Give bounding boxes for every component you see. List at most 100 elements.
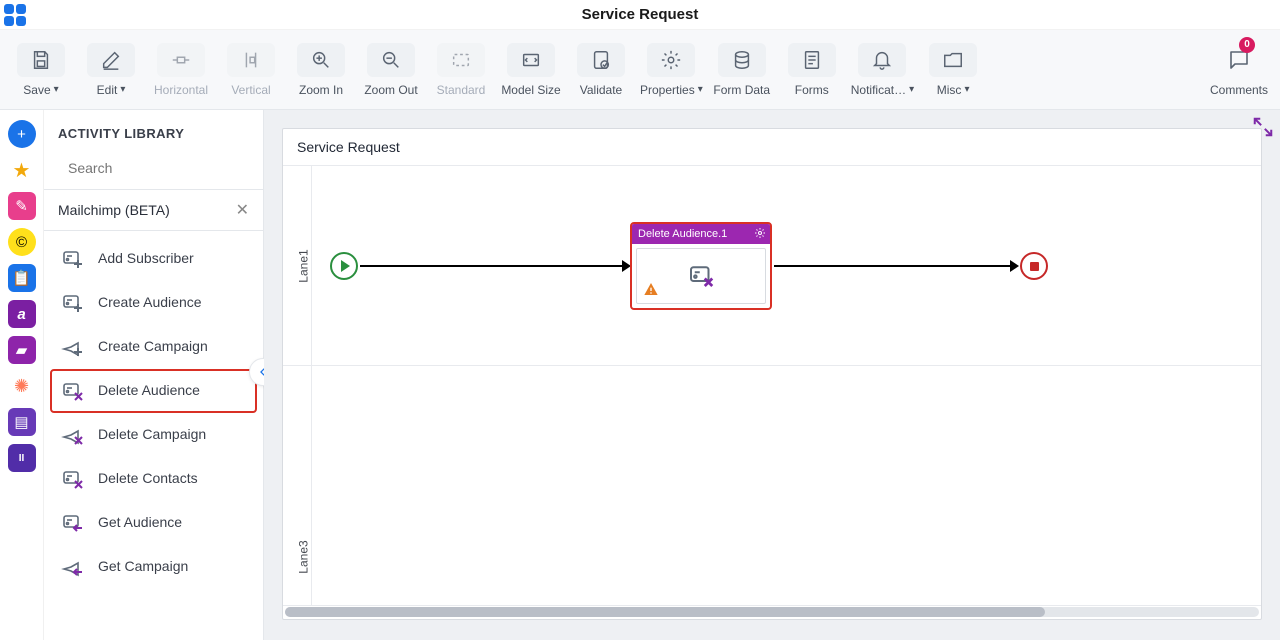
toolbar-label: Horizontal (154, 83, 208, 97)
forms-button[interactable]: Forms (781, 43, 843, 97)
swimlane: Lane3 (283, 366, 1261, 606)
rail-mailchimp-icon[interactable]: © (8, 228, 36, 256)
activity-type-icon (60, 423, 86, 447)
app-header: Service Request (0, 0, 1280, 30)
flow-edge[interactable] (774, 265, 1012, 267)
page-title: Service Request (26, 6, 1254, 23)
end-node[interactable] (1020, 252, 1048, 280)
toolbar-label: Properties ▾ (640, 83, 703, 97)
lane-label: Lane1 (297, 249, 311, 282)
panel-title: ACTIVITY LIBRARY (44, 110, 263, 153)
lane-body[interactable]: Delete Audience.1 (311, 166, 1261, 365)
zoom-in-button[interactable]: Zoom In (290, 43, 352, 97)
activity-node-delete-audience[interactable]: Delete Audience.1 (630, 222, 772, 310)
activity-type-icon (60, 247, 86, 271)
activity-item[interactable]: Create Audience (50, 281, 257, 325)
left-rail: + ★ ✎ © 📋 a ▰ ✺ ▤ II (0, 110, 44, 640)
rail-folder-icon[interactable]: ▰ (8, 336, 36, 364)
validate-button[interactable]: Validate (570, 43, 632, 97)
close-group-button[interactable]: ✕ (236, 200, 249, 220)
activity-type-icon (60, 379, 86, 403)
activity-item[interactable]: Delete Campaign (50, 413, 257, 457)
model-size-button[interactable]: Model Size (500, 43, 562, 97)
save-button[interactable]: Save ▾ (10, 43, 72, 97)
activity-item[interactable]: Create Campaign (50, 325, 257, 369)
activity-type-icon (60, 467, 86, 491)
horizontal-scrollbar[interactable] (285, 607, 1259, 617)
toolbar-label: Model Size (501, 83, 560, 97)
comments-label: Comments (1210, 83, 1268, 97)
standard-icon (437, 43, 485, 77)
notifications-icon (858, 43, 906, 77)
notifications-button[interactable]: Notificat… ▾ (851, 43, 914, 97)
rail-hubspot-icon[interactable]: ✺ (8, 372, 36, 400)
toolbar-label: Forms (795, 83, 829, 97)
canvas-title: Service Request (283, 129, 1261, 166)
activity-type-icon (60, 291, 86, 315)
chevron-down-icon: ▾ (964, 84, 969, 95)
activity-group-header[interactable]: Mailchimp (BETA) ✕ (44, 190, 263, 231)
horizontal-icon (157, 43, 205, 77)
start-node[interactable] (330, 252, 358, 280)
activity-node-header: Delete Audience.1 (632, 224, 770, 244)
rail-analytics-icon[interactable]: a (8, 300, 36, 328)
rail-add-button[interactable]: + (8, 120, 36, 148)
comments-count-badge: 0 (1239, 37, 1255, 53)
zoom-in-icon (297, 43, 345, 77)
activity-item-label: Delete Campaign (98, 427, 206, 442)
activity-item-label: Delete Audience (98, 383, 200, 398)
toolbar-label: Zoom Out (364, 83, 417, 97)
process-canvas[interactable]: Service Request Lane1 Delete Audience.1 (282, 128, 1262, 620)
toolbar-label: Misc ▾ (937, 83, 970, 97)
misc-button[interactable]: Misc ▾ (922, 43, 984, 97)
activity-item[interactable]: Get Audience (50, 501, 257, 545)
activity-item-label: Add Subscriber (98, 251, 194, 266)
model-size-icon (507, 43, 555, 77)
toolbar-label: Edit ▾ (97, 83, 126, 97)
activity-items-list: Add Subscriber Create Audience Create Camp… (44, 231, 263, 640)
toolbar-label: Zoom In (299, 83, 343, 97)
activity-node-body (636, 248, 766, 304)
apps-launcher-icon[interactable] (4, 4, 26, 26)
activity-item-label: Create Audience (98, 295, 202, 310)
activity-library-panel: ACTIVITY LIBRARY Mailchimp (BETA) ✕ Add … (44, 110, 264, 640)
rail-clipboard-icon[interactable]: 📋 (8, 264, 36, 292)
activity-type-icon (60, 555, 86, 579)
form-data-button[interactable]: Form Data (711, 43, 773, 97)
rail-templates-icon[interactable]: II (8, 444, 36, 472)
forms-icon (788, 43, 836, 77)
chevron-down-icon: ▾ (54, 84, 59, 95)
chevron-down-icon: ▾ (698, 84, 703, 95)
chevron-down-icon: ▾ (909, 84, 914, 95)
lane-body[interactable] (311, 366, 1261, 605)
standard-button: Standard (430, 43, 492, 97)
toolbar-label: Vertical (231, 83, 270, 97)
activity-group-title: Mailchimp (BETA) (58, 202, 170, 218)
zoom-out-button[interactable]: Zoom Out (360, 43, 422, 97)
rail-favorites-icon[interactable]: ★ (8, 156, 36, 184)
comments-button[interactable]: 0 Comments (1208, 43, 1270, 97)
toolbar-label: Notificat… ▾ (851, 83, 914, 97)
toolbar-label: Save ▾ (23, 83, 58, 97)
edit-button[interactable]: Edit ▾ (80, 43, 142, 97)
misc-icon (929, 43, 977, 77)
form-data-icon (718, 43, 766, 77)
zoom-out-icon (367, 43, 415, 77)
lane-label: Lane3 (297, 541, 311, 574)
edit-icon (87, 43, 135, 77)
activity-type-icon (60, 335, 86, 359)
activity-item[interactable]: Delete Audience (50, 369, 257, 413)
rail-edit-icon[interactable]: ✎ (8, 192, 36, 220)
flow-edge[interactable] (360, 265, 624, 267)
arrow-icon (1010, 260, 1019, 272)
gear-icon[interactable] (754, 227, 766, 239)
activity-item[interactable]: Get Campaign (50, 545, 257, 589)
activity-item[interactable]: Add Subscriber (50, 237, 257, 281)
validate-icon (577, 43, 625, 77)
search-input[interactable] (66, 159, 251, 177)
warning-icon (643, 281, 659, 297)
rail-messages-icon[interactable]: ▤ (8, 408, 36, 436)
properties-button[interactable]: Properties ▾ (640, 43, 703, 97)
canvas-container: Service Request Lane1 Delete Audience.1 (264, 110, 1280, 640)
activity-item[interactable]: Delete Contacts (50, 457, 257, 501)
